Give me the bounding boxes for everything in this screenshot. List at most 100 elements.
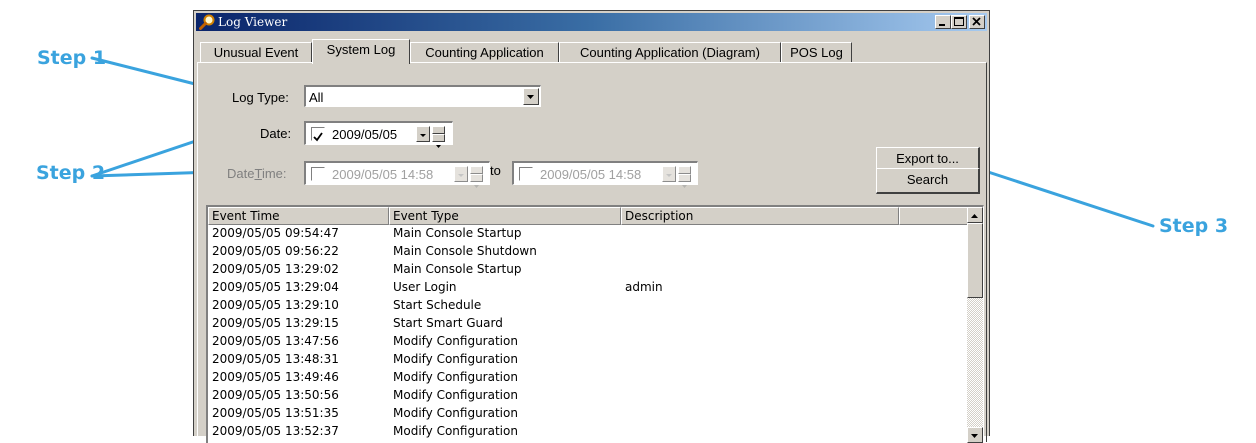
cell-event-time: 2009/05/05 09:56:22 bbox=[212, 244, 339, 258]
spin-up-button[interactable] bbox=[432, 126, 445, 141]
table-row[interactable]: 2009/05/05 13:51:35 Modify Configuration bbox=[208, 404, 968, 422]
spin-up-button[interactable] bbox=[678, 166, 691, 181]
column-header-event-time[interactable]: Event Time bbox=[208, 207, 389, 225]
datetime-to-picker[interactable]: 2009/05/05 14:58 bbox=[512, 161, 698, 188]
chevron-down-icon bbox=[420, 134, 426, 137]
cell-event-time: 2009/05/05 13:47:56 bbox=[212, 334, 339, 348]
system-log-panel: Log Type: All Date: 2009/05/05 DateTime: bbox=[197, 62, 987, 443]
log-type-dropdown-button[interactable] bbox=[523, 88, 539, 105]
log-type-value: All bbox=[309, 90, 324, 105]
table-row[interactable]: 2009/05/05 13:49:46 Modify Configuration bbox=[208, 368, 968, 386]
cell-event-time: 2009/05/05 13:51:35 bbox=[212, 406, 339, 420]
date-label: Date: bbox=[260, 126, 292, 141]
tab-pos-log[interactable]: POS Log bbox=[781, 42, 852, 62]
table-row[interactable]: 2009/05/05 13:50:56 Modify Configuration bbox=[208, 386, 968, 404]
table-row[interactable]: 2009/05/05 13:29:02 Main Console Startup bbox=[208, 260, 968, 278]
cell-event-type: Main Console Startup bbox=[393, 226, 522, 240]
chevron-down-icon bbox=[666, 174, 672, 177]
date-checkbox[interactable] bbox=[311, 127, 325, 142]
datetime-from-spinner[interactable] bbox=[470, 166, 483, 188]
column-header-event-type[interactable]: Event Type bbox=[389, 207, 621, 225]
log-viewer-window: Log Viewer Unusual Event System Log Coun… bbox=[193, 10, 990, 443]
datetime-to-checkbox[interactable] bbox=[519, 167, 533, 181]
cell-event-type: Modify Configuration bbox=[393, 388, 518, 402]
window-title: Log Viewer bbox=[218, 15, 288, 29]
cell-event-time: 2009/05/05 13:48:31 bbox=[212, 352, 339, 366]
step-1-arrow bbox=[90, 56, 205, 88]
table-row[interactable]: 2009/05/05 13:29:10 Start Schedule bbox=[208, 296, 968, 314]
magnifier-icon bbox=[199, 14, 215, 30]
table-row[interactable]: 2009/05/05 13:52:37 Modify Configuration bbox=[208, 422, 968, 440]
chevron-down-icon bbox=[527, 95, 534, 99]
log-type-label: Log Type: bbox=[232, 90, 289, 105]
cell-event-type: User Login bbox=[393, 280, 457, 294]
cell-event-time: 2009/05/05 13:29:02 bbox=[212, 262, 339, 276]
table-row[interactable]: 2009/05/05 09:54:47 Main Console Startup bbox=[208, 224, 968, 242]
datetime-to-value: 2009/05/05 14:58 bbox=[540, 167, 642, 182]
chevron-down-icon bbox=[458, 174, 464, 177]
cell-event-type: Main Console Shutdown bbox=[393, 244, 537, 258]
cell-event-time: 2009/05/05 13:49:46 bbox=[212, 370, 339, 384]
arrow-down-icon bbox=[474, 185, 479, 188]
spin-down-button[interactable] bbox=[432, 134, 445, 148]
tab-system-log[interactable]: System Log bbox=[312, 39, 410, 64]
tab-unusual-event[interactable]: Unusual Event bbox=[200, 42, 312, 62]
column-header-description[interactable]: Description bbox=[621, 207, 899, 225]
spin-up-button[interactable] bbox=[470, 166, 483, 181]
datetime-from-checkbox[interactable] bbox=[311, 167, 325, 181]
checkmark-icon bbox=[313, 132, 323, 142]
cell-description: admin bbox=[625, 280, 663, 294]
date-value: 2009/05/05 bbox=[332, 127, 398, 142]
maximize-icon bbox=[954, 17, 964, 26]
tab-counting-application[interactable]: Counting Application bbox=[410, 42, 559, 62]
scroll-down-button[interactable] bbox=[967, 427, 983, 443]
cell-event-type: Start Smart Guard bbox=[393, 316, 503, 330]
vertical-scrollbar[interactable] bbox=[967, 207, 983, 443]
log-type-select[interactable]: All bbox=[304, 85, 541, 107]
cell-event-time: 2009/05/05 13:29:15 bbox=[212, 316, 339, 330]
date-dropdown-button[interactable] bbox=[416, 126, 430, 142]
date-picker[interactable]: 2009/05/05 bbox=[304, 121, 453, 148]
minimize-icon bbox=[939, 24, 945, 26]
log-table: Event Time Event Type Description 2009/0… bbox=[206, 205, 984, 443]
maximize-button[interactable] bbox=[951, 15, 967, 29]
date-spinner[interactable] bbox=[432, 126, 445, 148]
cell-event-time: 2009/05/05 13:52:37 bbox=[212, 424, 339, 438]
cell-event-time: 2009/05/05 13:29:10 bbox=[212, 298, 339, 312]
cell-event-type: Start Schedule bbox=[393, 298, 482, 312]
cell-event-type: Modify Configuration bbox=[393, 406, 518, 420]
table-row[interactable]: 2009/05/05 13:48:31 Modify Configuration bbox=[208, 350, 968, 368]
scroll-thumb[interactable] bbox=[967, 223, 983, 298]
cell-event-type: Modify Configuration bbox=[393, 352, 518, 366]
cell-event-type: Modify Configuration bbox=[393, 370, 518, 384]
datetime-from-dropdown-button[interactable] bbox=[454, 166, 468, 182]
arrow-down-icon bbox=[436, 145, 441, 148]
minimize-button[interactable] bbox=[935, 15, 951, 29]
datetime-from-value: 2009/05/05 14:58 bbox=[332, 167, 434, 182]
datetime-label: DateTime: bbox=[227, 166, 287, 181]
datetime-from-picker[interactable]: 2009/05/05 14:58 bbox=[304, 161, 490, 188]
title-bar[interactable]: Log Viewer bbox=[196, 13, 987, 31]
tab-counting-application-diagram[interactable]: Counting Application (Diagram) bbox=[559, 42, 781, 62]
table-row[interactable]: 2009/05/05 09:56:22 Main Console Shutdown bbox=[208, 242, 968, 260]
cell-event-type: Modify Configuration bbox=[393, 424, 518, 438]
datetime-to-spinner[interactable] bbox=[678, 166, 691, 188]
scroll-up-button[interactable] bbox=[967, 207, 983, 223]
cell-event-time: 2009/05/05 13:29:04 bbox=[212, 280, 339, 294]
spin-down-button[interactable] bbox=[678, 174, 691, 188]
step-3-arrow bbox=[977, 167, 1155, 228]
search-button[interactable]: Search bbox=[876, 168, 980, 194]
column-header-filler bbox=[899, 207, 968, 225]
close-button[interactable] bbox=[969, 15, 985, 29]
arrow-down-icon bbox=[971, 434, 978, 438]
table-row[interactable]: 2009/05/05 13:29:15 Start Smart Guard bbox=[208, 314, 968, 332]
cell-event-type: Modify Configuration bbox=[393, 334, 518, 348]
spin-down-button[interactable] bbox=[470, 174, 483, 188]
datetime-to-label: to bbox=[490, 163, 501, 178]
table-row[interactable]: 2009/05/05 13:29:04 User Login admin bbox=[208, 278, 968, 296]
cell-event-time: 2009/05/05 09:54:47 bbox=[212, 226, 339, 240]
arrow-down-icon bbox=[682, 185, 687, 188]
close-icon bbox=[972, 17, 981, 26]
table-row[interactable]: 2009/05/05 13:47:56 Modify Configuration bbox=[208, 332, 968, 350]
datetime-to-dropdown-button[interactable] bbox=[662, 166, 676, 182]
